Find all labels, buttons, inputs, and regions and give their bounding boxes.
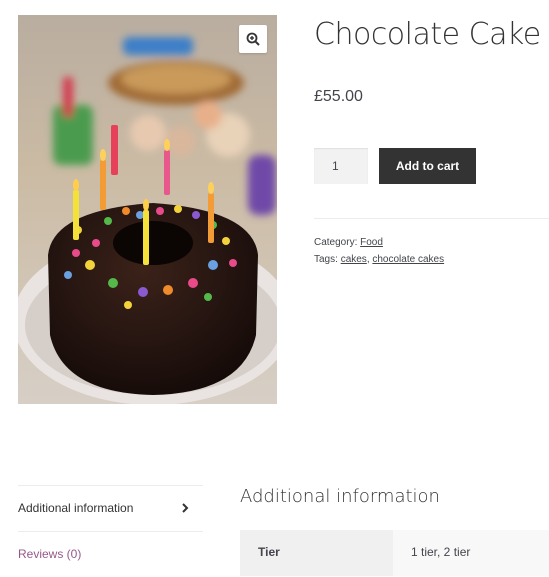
tag-separator: , bbox=[366, 254, 370, 265]
tag-link[interactable]: chocolate cakes bbox=[372, 254, 444, 265]
attribute-value: 1 tier, 2 tier bbox=[393, 530, 549, 576]
add-to-cart-button[interactable]: Add to cart bbox=[379, 148, 476, 184]
product-tabs: Additional information Reviews (0) bbox=[18, 485, 203, 577]
chevron-right-icon bbox=[182, 503, 189, 513]
quantity-input[interactable] bbox=[314, 148, 368, 184]
attributes-table: Tier 1 tier, 2 tier bbox=[240, 530, 549, 576]
tab-additional-information[interactable]: Additional information bbox=[18, 485, 203, 531]
zoom-button[interactable] bbox=[239, 25, 267, 53]
product-summary: Chocolate Cake £55.00 Add to cart Catego… bbox=[314, 15, 549, 265]
product-meta: Category: Food Tags: cakes, chocolate ca… bbox=[314, 234, 444, 268]
tags-row: Tags: cakes, chocolate cakes bbox=[314, 251, 444, 268]
tab-label: Reviews (0) bbox=[18, 547, 82, 561]
category-row: Category: Food bbox=[314, 234, 444, 251]
additional-information-panel: Additional information Tier 1 tier, 2 ti… bbox=[240, 485, 549, 576]
product-image bbox=[18, 15, 277, 404]
zoom-in-icon bbox=[246, 32, 260, 46]
tab-reviews[interactable]: Reviews (0) bbox=[18, 531, 203, 577]
product-price: £55.00 bbox=[314, 88, 363, 105]
attribute-label: Tier bbox=[240, 530, 393, 576]
product-title: Chocolate Cake bbox=[314, 17, 541, 52]
divider bbox=[314, 218, 549, 219]
panel-title: Additional information bbox=[240, 486, 440, 507]
product-gallery[interactable] bbox=[18, 15, 277, 404]
tab-label: Additional information bbox=[18, 501, 134, 515]
category-link[interactable]: Food bbox=[360, 237, 383, 248]
tag-link[interactable]: cakes bbox=[341, 254, 367, 265]
tags-label: Tags: bbox=[314, 254, 338, 265]
category-label: Category: bbox=[314, 237, 358, 248]
